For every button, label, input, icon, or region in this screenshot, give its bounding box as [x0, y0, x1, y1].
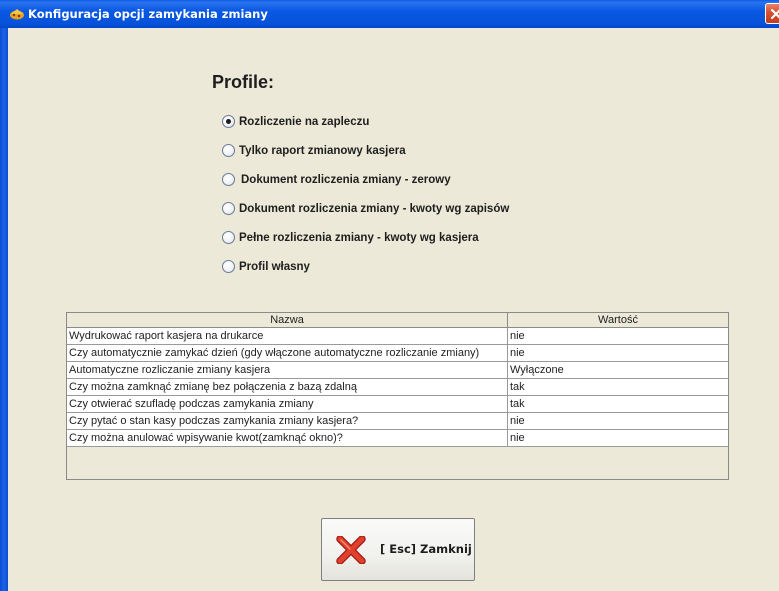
- table-row[interactable]: Czy można zamknąć zmianę bez połączenia …: [67, 379, 728, 396]
- table-row[interactable]: Czy automatycznie zamykać dzień (gdy włą…: [67, 345, 728, 362]
- title-bar[interactable]: Konfiguracja opcji zamykania zmiany: [0, 0, 779, 28]
- radio-unselected-icon[interactable]: [222, 202, 235, 215]
- setting-value-cell[interactable]: Wyłączone: [508, 362, 728, 378]
- setting-value-cell[interactable]: tak: [508, 379, 728, 395]
- setting-name-cell[interactable]: Wydrukować raport kasjera na drukarce: [67, 328, 508, 344]
- setting-name-cell[interactable]: Automatyczne rozliczanie zmiany kasjera: [67, 362, 508, 378]
- radio-unselected-icon[interactable]: [222, 260, 235, 273]
- column-header-name[interactable]: Nazwa: [67, 313, 508, 327]
- radio-unselected-icon[interactable]: [222, 173, 235, 186]
- close-button-label: [ Esc] Zamknij: [380, 542, 472, 556]
- red-x-icon: [336, 536, 366, 564]
- profile-option-label: Rozliczenie na zapleczu: [239, 116, 370, 128]
- window-title: Konfiguracja opcji zamykania zmiany: [28, 7, 268, 21]
- close-icon: [770, 8, 779, 20]
- setting-value-cell[interactable]: nie: [508, 413, 728, 429]
- config-dialog-window: Konfiguracja opcji zamykania zmiany Prof…: [0, 0, 779, 591]
- setting-value-cell[interactable]: nie: [508, 328, 728, 344]
- setting-name-cell[interactable]: Czy można anulować wpisywanie kwot(zamkn…: [67, 430, 508, 446]
- setting-value-cell[interactable]: nie: [508, 430, 728, 446]
- setting-name-cell[interactable]: Czy można zamknąć zmianę bez połączenia …: [67, 379, 508, 395]
- radio-selected-icon[interactable]: [222, 115, 235, 128]
- radio-unselected-icon[interactable]: [222, 144, 235, 157]
- table-row[interactable]: Automatyczne rozliczanie zmiany kasjera W…: [67, 362, 728, 379]
- settings-table: Nazwa Wartość Wydrukować raport kasjera …: [66, 312, 729, 480]
- window-frame-left: [0, 28, 8, 591]
- table-row[interactable]: Czy można anulować wpisywanie kwot(zamkn…: [67, 430, 728, 447]
- table-row[interactable]: Czy pytać o stan kasy podczas zamykania …: [67, 413, 728, 430]
- column-header-value[interactable]: Wartość: [508, 313, 728, 327]
- table-row[interactable]: Czy otwierać szufladę podczas zamykania …: [67, 396, 728, 413]
- radio-unselected-icon[interactable]: [222, 231, 235, 244]
- table-row[interactable]: Wydrukować raport kasjera na drukarce nie: [67, 328, 728, 345]
- profile-option-label: Profil własny: [239, 261, 310, 273]
- setting-name-cell[interactable]: Czy automatycznie zamykać dzień (gdy włą…: [67, 345, 508, 361]
- setting-value-cell[interactable]: nie: [508, 345, 728, 361]
- profile-option-label: Dokument rozliczenia zmiany - kwoty wg z…: [239, 203, 510, 215]
- setting-value-cell[interactable]: tak: [508, 396, 728, 412]
- setting-name-cell[interactable]: Czy pytać o stan kasy podczas zamykania …: [67, 413, 508, 429]
- profile-option-label: Dokument rozliczenia zmiany - zerowy: [241, 174, 451, 186]
- window-close-button[interactable]: [765, 3, 779, 24]
- close-button[interactable]: [ Esc] Zamknij: [321, 518, 475, 581]
- profile-option-label: Pełne rozliczenia zmiany - kwoty wg kasj…: [239, 232, 479, 244]
- profiles-heading: Profile:: [212, 72, 275, 92]
- app-icon: [10, 9, 24, 20]
- profile-option-label: Tylko raport zmianowy kasjera: [239, 145, 406, 157]
- table-header: Nazwa Wartość: [67, 313, 728, 328]
- setting-name-cell[interactable]: Czy otwierać szufladę podczas zamykania …: [67, 396, 508, 412]
